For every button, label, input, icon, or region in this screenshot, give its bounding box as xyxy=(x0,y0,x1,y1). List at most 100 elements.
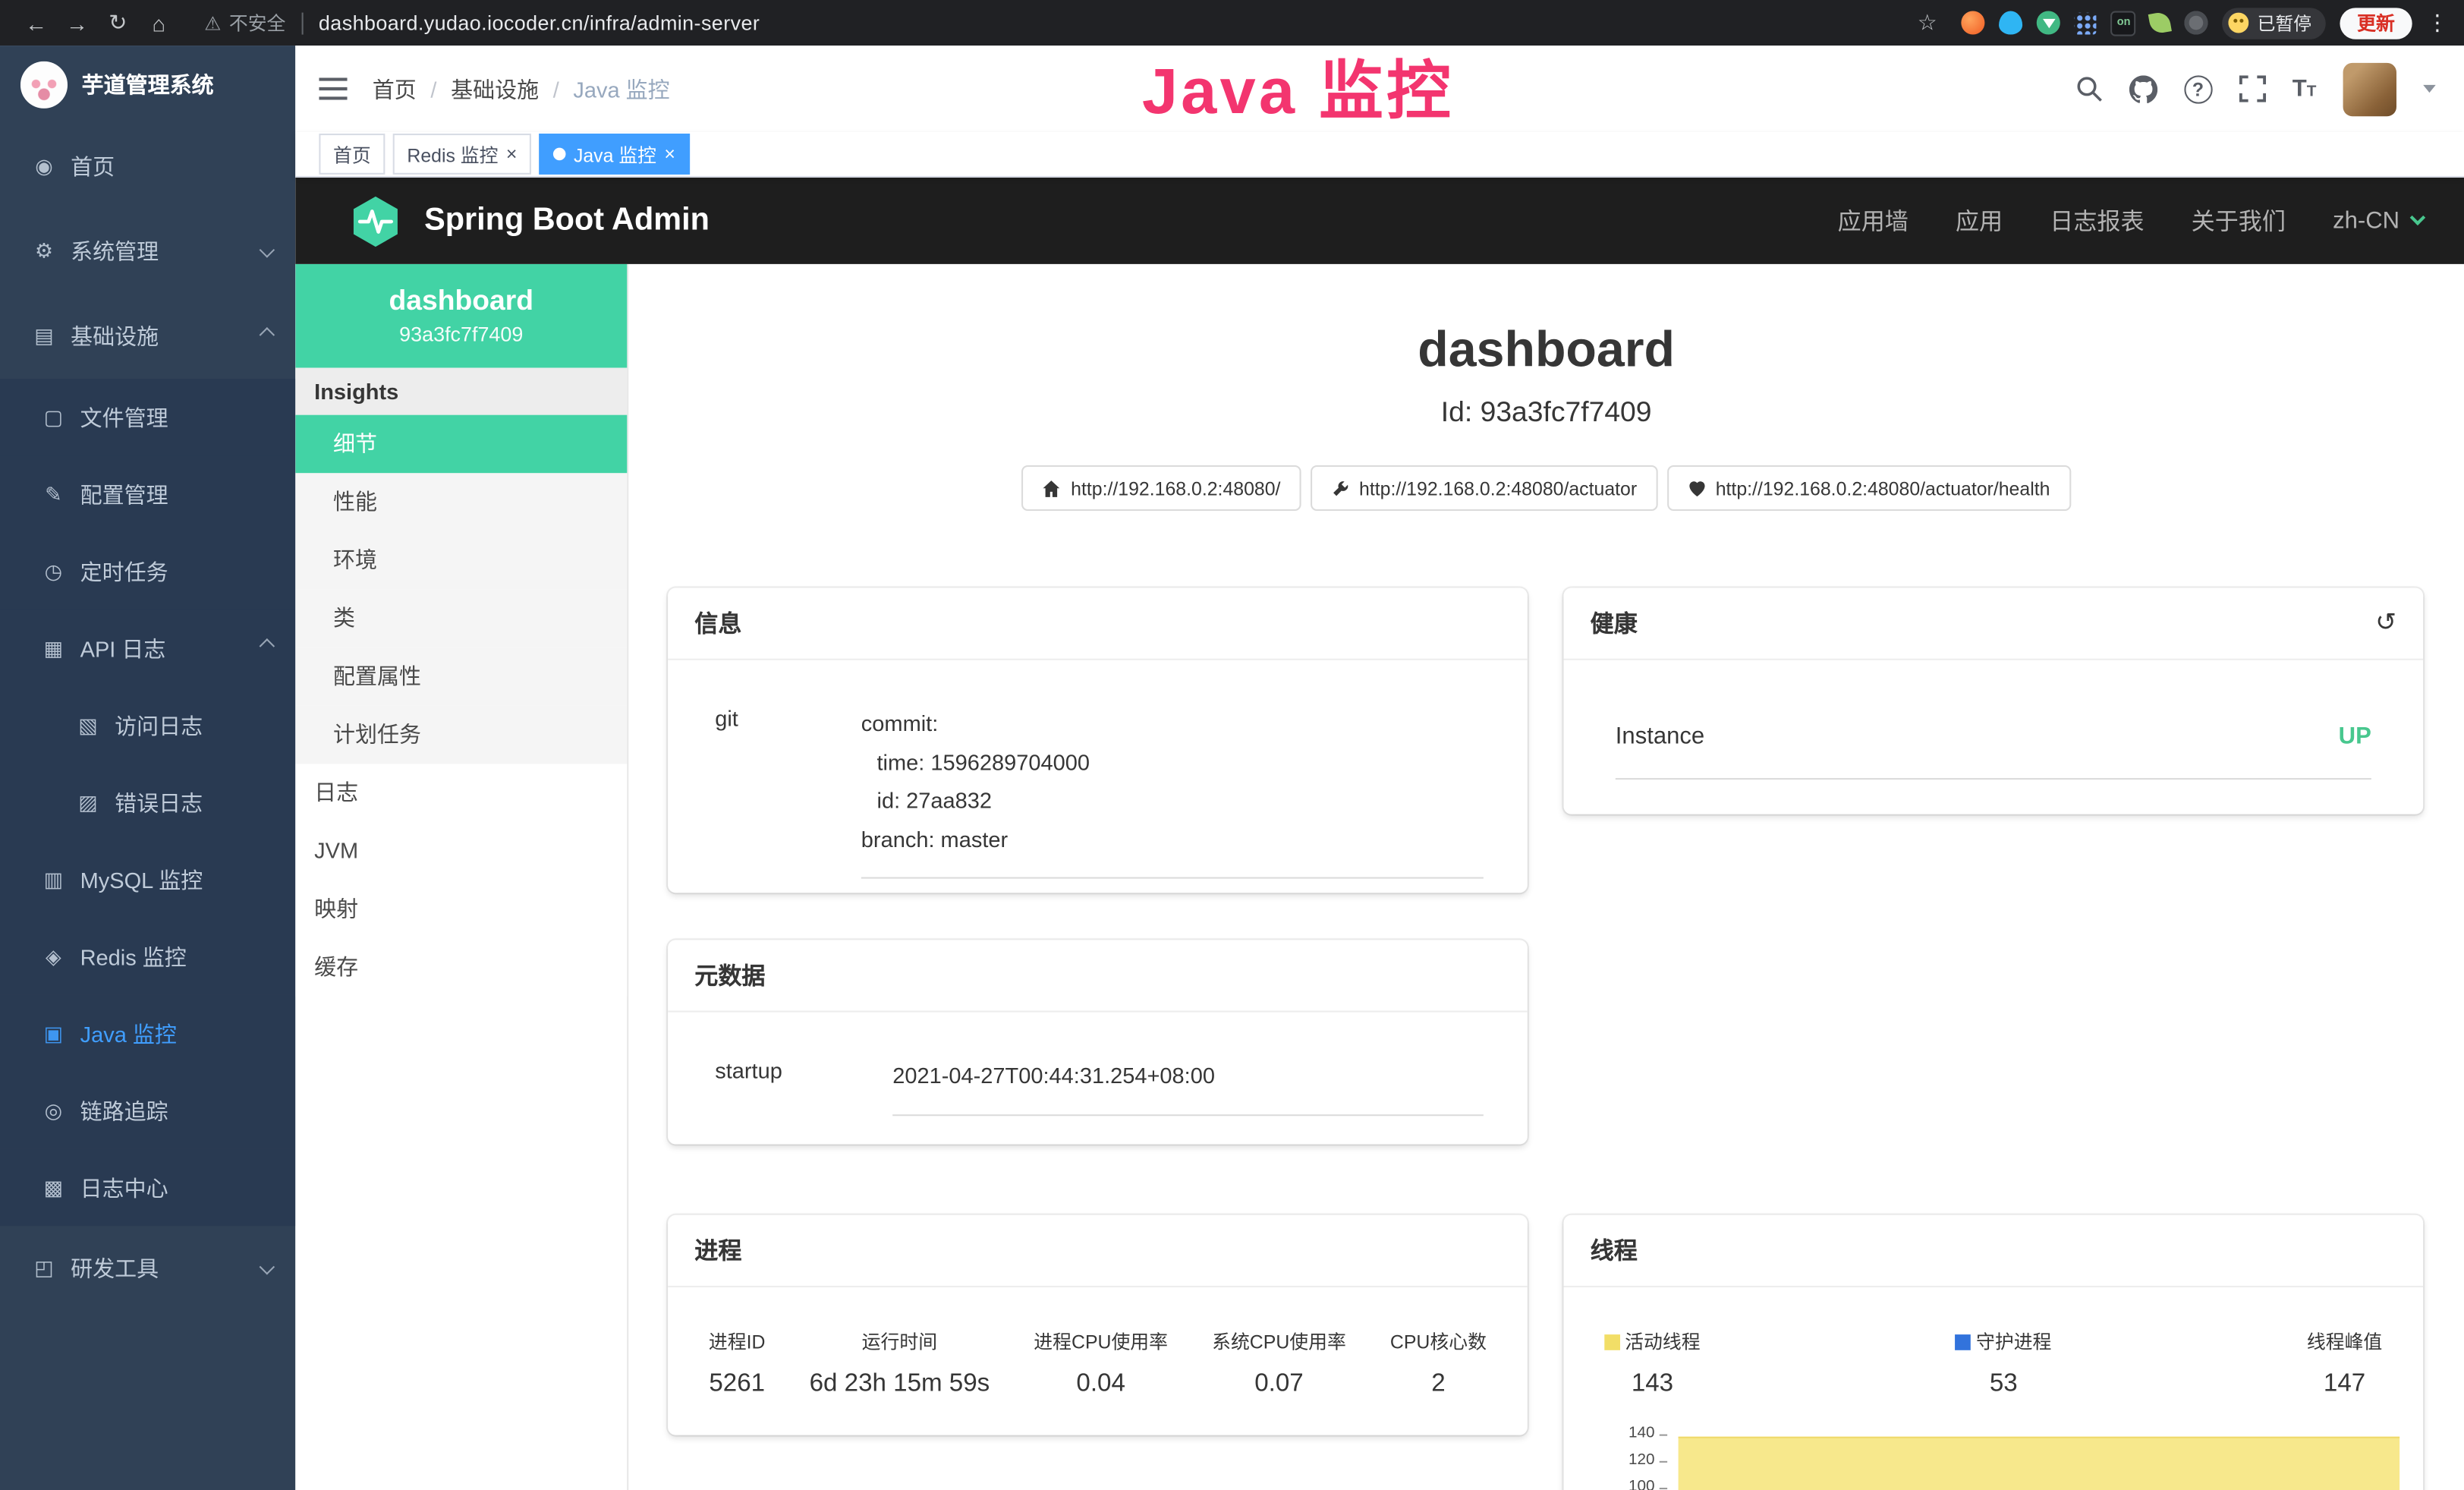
sba-nav-wallboard[interactable]: 应用墙 xyxy=(1838,204,1909,237)
font-size-icon[interactable]: TT xyxy=(2292,75,2317,102)
extension-icon-orange[interactable] xyxy=(1962,11,1985,34)
sidebar-item-tracing[interactable]: ◎ 链路追踪 xyxy=(0,1072,295,1148)
sba-item-metrics[interactable]: 性能 xyxy=(295,473,627,531)
y-axis-tick: 140 xyxy=(1563,1425,1654,1442)
search-icon[interactable] xyxy=(2075,75,2102,102)
y-axis-tick: 120 xyxy=(1563,1451,1654,1469)
fullscreen-icon[interactable] xyxy=(2239,75,2265,102)
status-badge: UP xyxy=(2339,723,2371,750)
screen: ← → ↻ ⌂ ⚠ 不安全 dashboard.yudao.iocoder.cn… xyxy=(0,0,2464,1490)
sba-item-jvm[interactable]: JVM xyxy=(295,822,627,880)
browser-home-icon[interactable]: ⌂ xyxy=(138,10,179,35)
sba-item-logs[interactable]: 日志 xyxy=(295,764,627,822)
sba-nav-about[interactable]: 关于我们 xyxy=(2192,204,2286,237)
health-url-button[interactable]: http://192.168.0.2:48080/actuator/health xyxy=(1667,465,2071,511)
right-column: 健康 ↺ Instance UP 线程 xyxy=(1563,587,2423,1490)
redis-icon: ◈ xyxy=(41,944,66,969)
metric-uptime: 运行时间 6d 23h 15m 59s xyxy=(810,1328,990,1399)
browser-chrome: ← → ↻ ⌂ ⚠ 不安全 dashboard.yudao.iocoder.cn… xyxy=(0,0,2464,46)
sba-item-scheduled-tasks[interactable]: 计划任务 xyxy=(295,706,627,764)
sidebar-item-home[interactable]: ◉ 首页 xyxy=(0,124,295,209)
app-logo[interactable]: 芋道管理系统 xyxy=(0,46,295,124)
sba-item-caches[interactable]: 缓存 xyxy=(295,938,627,997)
site-security-badge[interactable]: ⚠ 不安全 xyxy=(204,9,285,36)
process-metrics: 进程ID 5261 运行时间 6d 23h 15m 59s 进程CPU使用率 xyxy=(668,1287,1528,1399)
close-icon[interactable]: × xyxy=(664,145,675,164)
sba-item-config-props[interactable]: 配置属性 xyxy=(295,647,627,706)
tag-java-monitor[interactable]: Java 监控 × xyxy=(539,134,689,175)
sidebar-item-scheduled-tasks[interactable]: ◷ 定时任务 xyxy=(0,533,295,610)
sba-item-classes[interactable]: 类 xyxy=(295,590,627,648)
service-url-button[interactable]: http://192.168.0.2:48080/ xyxy=(1022,465,1301,511)
page-subtitle: Id: 93a3fc7f7409 xyxy=(628,393,2464,431)
actuator-url-button[interactable]: http://192.168.0.2:48080/actuator xyxy=(1311,465,1657,511)
history-icon[interactable]: ↺ xyxy=(2375,611,2396,636)
instance-header[interactable]: dashboard 93a3fc7f7409 xyxy=(295,264,627,368)
app-menu: ◉ 首页 ⚙ 系统管理 ▤ 基础设施 ▢ 文件管理 xyxy=(0,124,295,1490)
extension-icon-dark[interactable] xyxy=(2185,11,2208,34)
extension-icon-on-badge[interactable]: on xyxy=(2111,10,2136,35)
caret-down-icon[interactable] xyxy=(2423,85,2436,93)
close-icon[interactable]: × xyxy=(506,145,518,164)
health-card-title: 健康 xyxy=(1591,606,1638,639)
sba-navbar: Spring Boot Admin 应用墙 应用 日志报表 关于我们 zh-CN xyxy=(295,178,2464,264)
browser-update-button[interactable]: 更新 xyxy=(2340,7,2412,38)
sidebar-item-system-management[interactable]: ⚙ 系统管理 xyxy=(0,209,295,294)
browser-menu-icon[interactable]: ⋮ xyxy=(2426,9,2448,36)
app-title: 芋道管理系统 xyxy=(82,69,214,100)
sidebar-item-java-monitor[interactable]: ▣ Java 监控 xyxy=(0,995,295,1072)
wrench-icon xyxy=(1331,479,1350,498)
extension-icon-grid[interactable] xyxy=(2075,12,2097,34)
chart-plot-area xyxy=(1679,1424,2399,1490)
metric-process-cpu: 进程CPU使用率 0.04 xyxy=(1034,1328,1168,1399)
github-icon[interactable] xyxy=(2129,74,2157,102)
hamburger-icon[interactable] xyxy=(319,77,347,100)
sidebar-item-infrastructure[interactable]: ▤ 基础设施 xyxy=(0,294,295,379)
breadcrumb-current: Java 监控 xyxy=(573,73,669,104)
sidebar-item-log-center[interactable]: ▩ 日志中心 xyxy=(0,1149,295,1226)
sidebar-item-config-management[interactable]: ✎ 配置管理 xyxy=(0,456,295,533)
sidebar-item-redis-monitor[interactable]: ◈ Redis 监控 xyxy=(0,918,295,994)
extension-icon-leaf[interactable] xyxy=(2149,11,2173,34)
tag-redis-monitor[interactable]: Redis 监控 × xyxy=(393,134,531,175)
instance-sidebar: dashboard 93a3fc7f7409 Insights 细节 性能 环境… xyxy=(295,264,628,1490)
breadcrumb: 首页 / 基础设施 / Java 监控 xyxy=(373,73,670,104)
browser-back-icon[interactable]: ← xyxy=(16,10,57,35)
instance-links: http://192.168.0.2:48080/ http://192.168… xyxy=(628,465,2464,511)
gear-icon: ⚙ xyxy=(31,239,56,264)
help-icon[interactable]: ? xyxy=(2184,74,2212,102)
process-card-title: 进程 xyxy=(694,1234,741,1267)
clock-icon: ◷ xyxy=(41,559,66,584)
sba-nav-applications[interactable]: 应用 xyxy=(1956,204,2003,237)
sidebar-item-api-logs[interactable]: ▦ API 日志 xyxy=(0,610,295,686)
user-avatar[interactable] xyxy=(2343,62,2396,115)
tag-home[interactable]: 首页 xyxy=(319,134,385,175)
app-sidebar: 芋道管理系统 ◉ 首页 ⚙ 系统管理 ▤ 基础设施 ▢ xyxy=(0,46,295,1490)
sidebar-item-mysql-monitor[interactable]: ▥ MySQL 监控 xyxy=(0,841,295,918)
sidebar-item-dev-tools[interactable]: ◰ 研发工具 xyxy=(0,1226,295,1311)
metric-system-cpu: 系统CPU使用率 0.07 xyxy=(1212,1328,1346,1399)
browser-reload-icon[interactable]: ↻ xyxy=(97,9,138,36)
breadcrumb-home[interactable]: 首页 xyxy=(373,73,417,104)
instance-name: dashboard xyxy=(295,285,627,317)
sba-item-details[interactable]: 细节 xyxy=(295,415,627,474)
metric-peak-threads: 线程峰值 147 xyxy=(2307,1328,2382,1399)
sba-nav-journal[interactable]: 日志报表 xyxy=(2050,204,2144,237)
health-instance-row[interactable]: Instance UP xyxy=(1616,723,2371,780)
error-log-icon: ▨ xyxy=(75,790,100,815)
extension-icon-blue-drop[interactable] xyxy=(2000,11,2023,34)
sidebar-item-file-management[interactable]: ▢ 文件管理 xyxy=(0,379,295,455)
breadcrumb-infrastructure[interactable]: 基础设施 xyxy=(451,73,539,104)
sba-item-environment[interactable]: 环境 xyxy=(295,531,627,590)
address-url[interactable]: dashboard.yudao.iocoder.cn/infra/admin-s… xyxy=(319,11,760,34)
sba-brand[interactable]: Spring Boot Admin xyxy=(349,194,710,247)
bookmark-star-icon[interactable]: ☆ xyxy=(1907,9,1948,36)
browser-forward-icon[interactable]: → xyxy=(57,10,98,35)
sba-language-select[interactable]: zh-CN xyxy=(2333,207,2423,234)
sidebar-item-access-logs[interactable]: ▧ 访问日志 xyxy=(0,687,295,764)
paused-badge[interactable]: 已暂停 xyxy=(2223,7,2326,38)
sidebar-item-error-logs[interactable]: ▨ 错误日志 xyxy=(0,764,295,840)
extension-icon-vue[interactable] xyxy=(2038,11,2061,34)
mysql-icon: ▥ xyxy=(41,867,66,892)
sba-item-mappings[interactable]: 映射 xyxy=(295,880,627,939)
